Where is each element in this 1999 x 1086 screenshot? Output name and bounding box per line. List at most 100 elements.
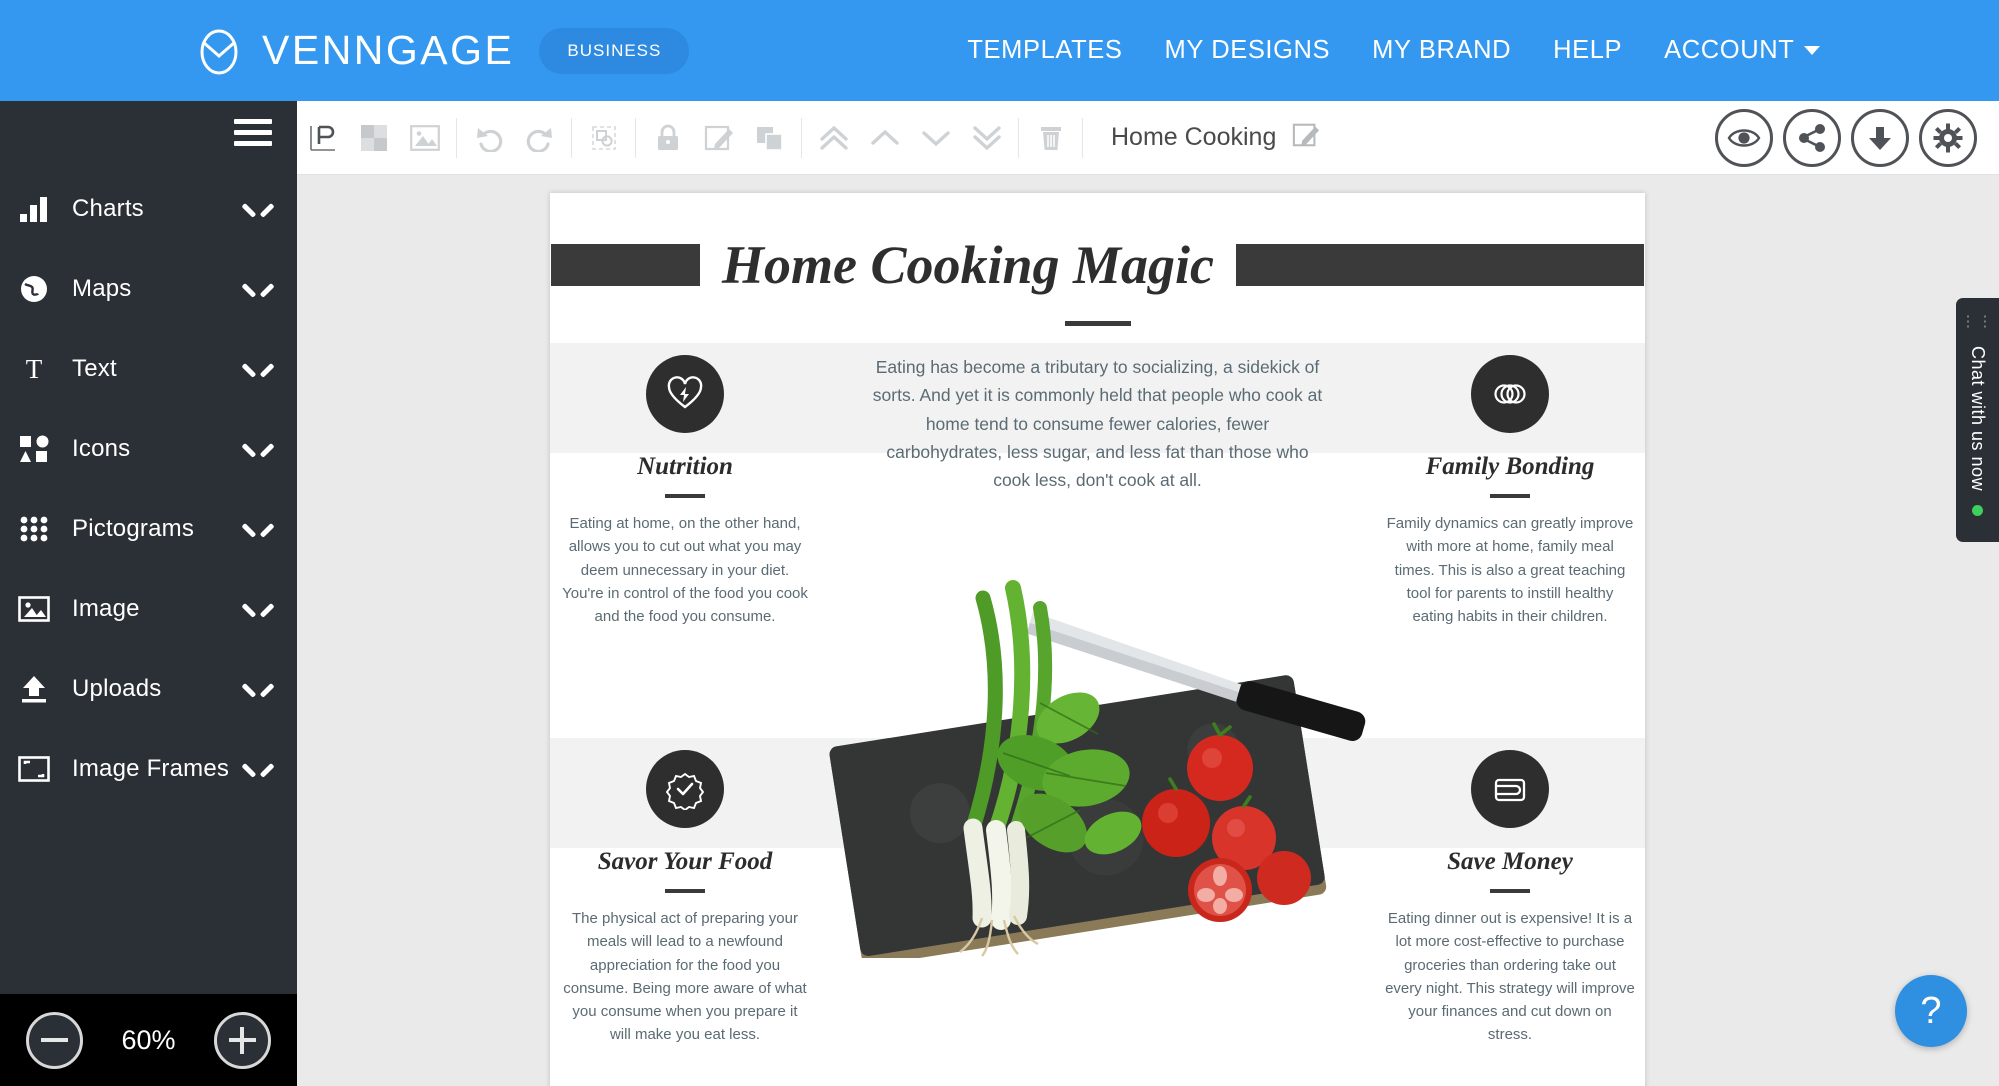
toolbar-divider	[635, 117, 636, 158]
section-family-bonding[interactable]: Family Bonding Family dynamics can great…	[1385, 355, 1635, 628]
picture-icon	[14, 593, 54, 625]
top-navigation-bar: VENNGAGE BUSINESS TEMPLATES MY DESIGNS M…	[0, 0, 1999, 101]
nav-my-brand[interactable]: MY BRAND	[1372, 36, 1511, 65]
section-nutrition[interactable]: Nutrition Eating at home, on the other h…	[560, 355, 810, 628]
zoom-in-button[interactable]	[213, 1011, 271, 1069]
background-color-icon[interactable]	[348, 101, 399, 175]
sidebar-label: Pictograms	[72, 515, 195, 542]
drag-grip-icon: ⋮⋮	[1960, 313, 1995, 330]
send-backward-icon[interactable]	[910, 101, 961, 175]
hamburger-icon[interactable]	[234, 119, 272, 147]
bar-chart-icon	[14, 193, 54, 225]
globe-icon	[14, 273, 54, 305]
chevron-down-icon[interactable]	[245, 682, 271, 696]
nav-templates[interactable]: TEMPLATES	[967, 36, 1122, 65]
infographic-page[interactable]: Home Cooking Magic Eating has become a t…	[550, 193, 1645, 1086]
sidebar-item-maps[interactable]: Maps	[0, 249, 297, 329]
chat-widget-label: Chat with us now	[1968, 346, 1988, 492]
align-icon[interactable]	[297, 101, 348, 175]
lock-icon[interactable]	[642, 101, 693, 175]
group-icon[interactable]	[578, 101, 629, 175]
upload-arrow-icon	[14, 673, 54, 705]
text-t-icon: T	[14, 353, 54, 385]
image-insert-icon[interactable]	[399, 101, 450, 175]
chevron-down-icon[interactable]	[245, 202, 271, 216]
toolbar-divider	[1018, 117, 1019, 158]
nav-account-label: ACCOUNT	[1664, 36, 1795, 64]
nav-links: TEMPLATES MY DESIGNS MY BRAND HELP ACCOU…	[967, 36, 1821, 65]
toolbar-divider	[456, 117, 457, 158]
chevron-down-icon[interactable]	[245, 362, 271, 376]
infographic-intro-text[interactable]: Eating has become a tributary to sociali…	[873, 353, 1323, 495]
sidebar-item-text[interactable]: T Text	[0, 329, 297, 409]
chevron-down-icon	[1804, 46, 1821, 55]
heart-icon	[646, 355, 724, 433]
sidebar-item-charts[interactable]: Charts	[0, 169, 297, 249]
sidebar-label: Charts	[72, 195, 144, 222]
infographic-title[interactable]: Home Cooking Magic	[700, 234, 1236, 296]
title-underline	[1064, 321, 1131, 326]
zoom-out-button[interactable]	[26, 1011, 84, 1069]
dot-grid-icon	[14, 513, 54, 545]
undo-icon[interactable]	[463, 101, 514, 175]
edit-icon[interactable]	[693, 101, 744, 175]
bring-forward-icon[interactable]	[859, 101, 910, 175]
download-icon[interactable]	[1851, 109, 1909, 167]
title-bar-right	[1236, 244, 1644, 286]
help-button[interactable]: ?	[1895, 975, 1967, 1047]
delete-icon[interactable]	[1025, 101, 1076, 175]
section-rule	[1490, 889, 1530, 893]
rings-icon	[1471, 355, 1549, 433]
food-photo[interactable]	[768, 538, 1428, 966]
chevron-down-icon[interactable]	[245, 762, 271, 776]
section-body[interactable]: The physical act of preparing your meals…	[560, 907, 810, 1047]
toolbar-actions	[1715, 101, 1977, 175]
chat-widget-tab[interactable]: ⋮⋮ Chat with us now	[1956, 298, 1999, 542]
nav-help[interactable]: HELP	[1553, 36, 1622, 65]
section-body[interactable]: Family dynamics can greatly improve with…	[1385, 512, 1635, 628]
nav-my-designs[interactable]: MY DESIGNS	[1165, 36, 1331, 65]
check-badge-icon	[646, 750, 724, 828]
document-title-edit-icon[interactable]	[1292, 121, 1320, 154]
duplicate-icon[interactable]	[744, 101, 795, 175]
preview-eye-icon[interactable]	[1715, 109, 1773, 167]
sidebar-item-image[interactable]: Image	[0, 569, 297, 649]
share-icon[interactable]	[1783, 109, 1841, 167]
send-to-back-icon[interactable]	[961, 101, 1012, 175]
nav-account[interactable]: ACCOUNT	[1664, 36, 1821, 65]
section-heading: Savor Your Food	[597, 848, 773, 875]
section-body[interactable]: Eating dinner out is expensive! It is a …	[1385, 907, 1635, 1047]
wallet-icon	[1471, 750, 1549, 828]
svg-text:T: T	[26, 354, 43, 384]
section-savor-your-food[interactable]: Savor Your Food The physical act of prep…	[560, 750, 810, 1047]
sidebar-label: Text	[72, 355, 117, 382]
bring-to-front-icon[interactable]	[808, 101, 859, 175]
sidebar-item-icons[interactable]: Icons	[0, 409, 297, 489]
chevron-down-icon[interactable]	[245, 522, 271, 536]
chevron-down-icon[interactable]	[245, 282, 271, 296]
toolbar-divider	[571, 117, 572, 158]
section-save-money[interactable]: Save Money Eating dinner out is expensiv…	[1385, 750, 1635, 1047]
venn-circle-logo-icon	[193, 25, 245, 77]
zoom-level-value: 60%	[121, 1024, 176, 1055]
sidebar-item-uploads[interactable]: Uploads	[0, 649, 297, 729]
sidebar-item-image-frames[interactable]: Image Frames	[0, 729, 297, 809]
redo-icon[interactable]	[514, 101, 565, 175]
chevron-down-icon[interactable]	[245, 602, 271, 616]
status-badge	[1972, 505, 1983, 517]
canvas-area[interactable]: Home Cooking Magic Eating has become a t…	[297, 175, 1999, 1086]
section-body[interactable]: Eating at home, on the other hand, allow…	[560, 512, 810, 628]
sidebar-item-pictograms[interactable]: Pictograms	[0, 489, 297, 569]
brand-logo[interactable]: VENNGAGE	[193, 25, 514, 77]
brand-wordmark: VENNGAGE	[262, 27, 515, 73]
section-heading: Nutrition	[637, 453, 733, 480]
settings-gear-icon[interactable]	[1919, 109, 1977, 167]
left-sidebar: Charts Maps T Text Icons Pictograms Imag…	[0, 101, 297, 1086]
business-badge[interactable]: BUSINESS	[539, 27, 690, 74]
chevron-down-icon[interactable]	[245, 442, 271, 456]
infographic-title-row: Home Cooking Magic	[550, 220, 1645, 310]
toolbar-divider	[801, 117, 802, 158]
editor-toolbar: Home Cooking	[297, 101, 1999, 175]
document-title[interactable]: Home Cooking	[1111, 123, 1276, 152]
frame-corners-icon	[14, 753, 54, 785]
